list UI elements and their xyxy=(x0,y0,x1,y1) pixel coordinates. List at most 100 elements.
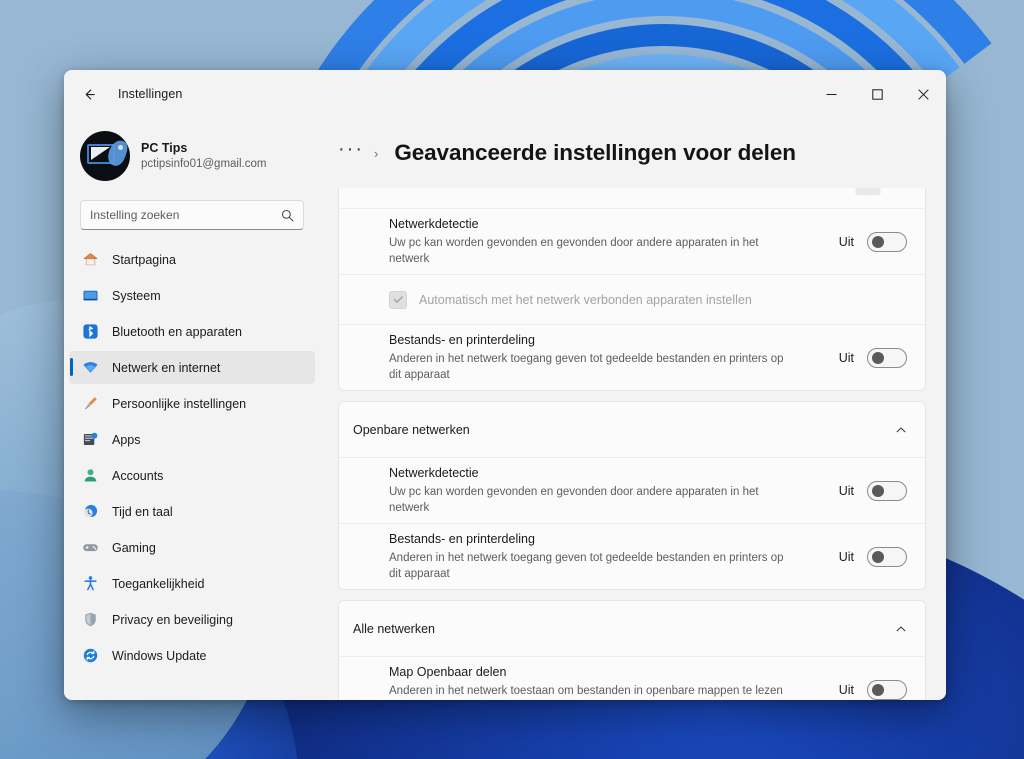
setting-description: Anderen in het netwerk toegang geven tot… xyxy=(389,352,784,381)
back-arrow-icon xyxy=(82,87,97,102)
monitor-icon xyxy=(82,287,99,304)
checkbox-label: Automatisch met het netwerk verbonden ap… xyxy=(419,292,752,307)
setting-title: Bestands- en printerdeling xyxy=(389,332,535,347)
section-header-label: Openbare netwerken xyxy=(353,422,470,437)
breadcrumb: ··· › Geavanceerde instellingen voor del… xyxy=(338,118,946,188)
update-icon xyxy=(82,647,99,664)
sidebar-item-label: Persoonlijke instellingen xyxy=(112,396,247,411)
section-header-openbare-netwerken[interactable]: Openbare netwerken xyxy=(339,402,925,457)
accessibility-icon xyxy=(82,575,99,592)
breadcrumb-overflow-button[interactable]: ··· xyxy=(338,139,364,167)
setting-row-map-openbaar-delen[interactable]: Map Openbaar delen Anderen in het netwer… xyxy=(339,656,925,700)
setting-title: Netwerkdetectie xyxy=(389,216,479,231)
sidebar-item-netwerk-en-internet[interactable]: Netwerk en internet xyxy=(69,351,315,384)
sidebar-item-apps[interactable]: Apps xyxy=(69,423,315,456)
sidebar-item-label: Toegankelijkheid xyxy=(112,576,205,591)
section-header-alle-netwerken[interactable]: Alle netwerken xyxy=(339,601,925,656)
page-title: Geavanceerde instellingen voor delen xyxy=(394,140,796,165)
setting-description: Anderen in het netwerk toestaan om besta… xyxy=(389,684,783,697)
sidebar-item-label: Bluetooth en apparaten xyxy=(112,324,242,339)
all-networks-card: Alle netwerken Map Openbaar delen Andere… xyxy=(338,600,926,700)
search-input[interactable] xyxy=(90,208,281,222)
sidebar-item-privacy-en-beveiliging[interactable]: Privacy en beveiliging xyxy=(69,603,315,636)
maximize-icon xyxy=(871,88,883,100)
account-email: pctipsinfo01@gmail.com xyxy=(141,158,267,171)
sidebar-item-label: Windows Update xyxy=(112,648,207,663)
sidebar-item-gaming[interactable]: Gaming xyxy=(69,531,315,564)
scrolled-partial-row xyxy=(339,188,925,208)
toggle-switch[interactable] xyxy=(867,546,907,567)
settings-scroll-area[interactable]: Netwerkdetectie Uw pc kan worden gevonde… xyxy=(338,188,946,700)
close-button[interactable] xyxy=(900,70,946,118)
sidebar-item-tijd-en-taal[interactable]: Tijd en taal xyxy=(69,495,315,528)
account-name: PC Tips xyxy=(141,140,188,155)
user-avatar-icon xyxy=(80,131,130,181)
desktop-background: Instellingen PC Tips pctipsinfo01@gmail.… xyxy=(0,0,1024,759)
back-button[interactable] xyxy=(72,78,106,110)
checkbox-row-automatisch-apparaten: Automatisch met het netwerk verbonden ap… xyxy=(339,274,925,324)
toggle-state-label: Uit xyxy=(838,549,854,564)
sidebar-item-windows-update[interactable]: Windows Update xyxy=(69,639,315,672)
toggle-switch[interactable] xyxy=(867,231,907,252)
clock-icon xyxy=(82,503,99,520)
section-header-label: Alle netwerken xyxy=(353,621,435,636)
sidebar-item-label: Tijd en taal xyxy=(112,504,173,519)
close-icon xyxy=(917,88,929,100)
sidebar-item-accounts[interactable]: Accounts xyxy=(69,459,315,492)
sidebar-item-label: Systeem xyxy=(112,288,161,303)
person-icon xyxy=(82,467,99,484)
apps-icon xyxy=(82,431,99,448)
setting-row-bestands-en-printerdeling-openbaar[interactable]: Bestands- en printerdeling Anderen in he… xyxy=(339,523,925,589)
toggle-switch[interactable] xyxy=(867,480,907,501)
sidebar-item-systeem[interactable]: Systeem xyxy=(69,279,315,312)
gamepad-icon xyxy=(82,539,99,556)
setting-description: Uw pc kan worden gevonden en gevonden do… xyxy=(389,236,759,265)
window-titlebar: Instellingen xyxy=(64,70,946,118)
private-networks-card: Netwerkdetectie Uw pc kan worden gevonde… xyxy=(338,188,926,391)
sidebar-item-label: Privacy en beveiliging xyxy=(112,612,233,627)
sidebar-item-bluetooth-en-apparaten[interactable]: Bluetooth en apparaten xyxy=(69,315,315,348)
home-icon xyxy=(82,251,99,268)
shield-icon xyxy=(82,611,99,628)
sidebar-item-startpagina[interactable]: Startpagina xyxy=(69,243,315,276)
sidebar-item-label: Apps xyxy=(112,432,141,447)
app-title: Instellingen xyxy=(118,87,183,101)
sidebar-item-label: Startpagina xyxy=(112,252,176,267)
search-box[interactable] xyxy=(80,200,304,230)
sidebar-item-label: Accounts xyxy=(112,468,164,483)
setting-description: Anderen in het netwerk toegang geven tot… xyxy=(389,551,784,580)
paintbrush-icon xyxy=(82,395,99,412)
setting-title: Bestands- en printerdeling xyxy=(389,531,535,546)
setting-title: Map Openbaar delen xyxy=(389,664,507,679)
toggle-switch[interactable] xyxy=(867,347,907,368)
minimize-icon xyxy=(826,89,837,100)
sidebar-item-toegankelijkheid[interactable]: Toegankelijkheid xyxy=(69,567,315,600)
toggle-state-label: Uit xyxy=(838,682,854,697)
sidebar-nav: Startpagina Systeem Bluetooth en apparat… xyxy=(64,243,320,675)
public-networks-card: Openbare netwerken Netwerkdetectie Uw pc… xyxy=(338,401,926,590)
setting-row-netwerkdetectie-openbaar[interactable]: Netwerkdetectie Uw pc kan worden gevonde… xyxy=(339,457,925,523)
chevron-up-icon xyxy=(895,623,907,635)
chevron-up-icon xyxy=(895,424,907,436)
account-header[interactable]: PC Tips pctipsinfo01@gmail.com xyxy=(64,118,320,192)
wifi-icon xyxy=(82,359,99,376)
content-area: ··· › Geavanceerde instellingen voor del… xyxy=(320,118,946,700)
toggle-state-label: Uit xyxy=(838,234,854,249)
minimize-button[interactable] xyxy=(808,70,854,118)
maximize-button[interactable] xyxy=(854,70,900,118)
sidebar-item-label: Netwerk en internet xyxy=(112,360,221,375)
setting-title: Netwerkdetectie xyxy=(389,465,479,480)
window-caption-buttons xyxy=(808,70,946,118)
sidebar-item-label: Gaming xyxy=(112,540,156,555)
toggle-switch[interactable] xyxy=(867,679,907,700)
checkbox-icon xyxy=(389,290,407,309)
sidebar-item-persoonlijke-instellingen[interactable]: Persoonlijke instellingen xyxy=(69,387,315,420)
setting-row-bestands-en-printerdeling-prive[interactable]: Bestands- en printerdeling Anderen in he… xyxy=(339,324,925,390)
setting-row-netwerkdetectie-prive[interactable]: Netwerkdetectie Uw pc kan worden gevonde… xyxy=(339,208,925,274)
toggle-state-label: Uit xyxy=(838,350,854,365)
chevron-right-icon: › xyxy=(373,145,379,161)
sidebar: PC Tips pctipsinfo01@gmail.com Instellin… xyxy=(64,118,320,700)
window-body: PC Tips pctipsinfo01@gmail.com Instellin… xyxy=(64,118,946,700)
setting-description: Uw pc kan worden gevonden en gevonden do… xyxy=(389,485,759,514)
toggle-state-label: Uit xyxy=(838,483,854,498)
